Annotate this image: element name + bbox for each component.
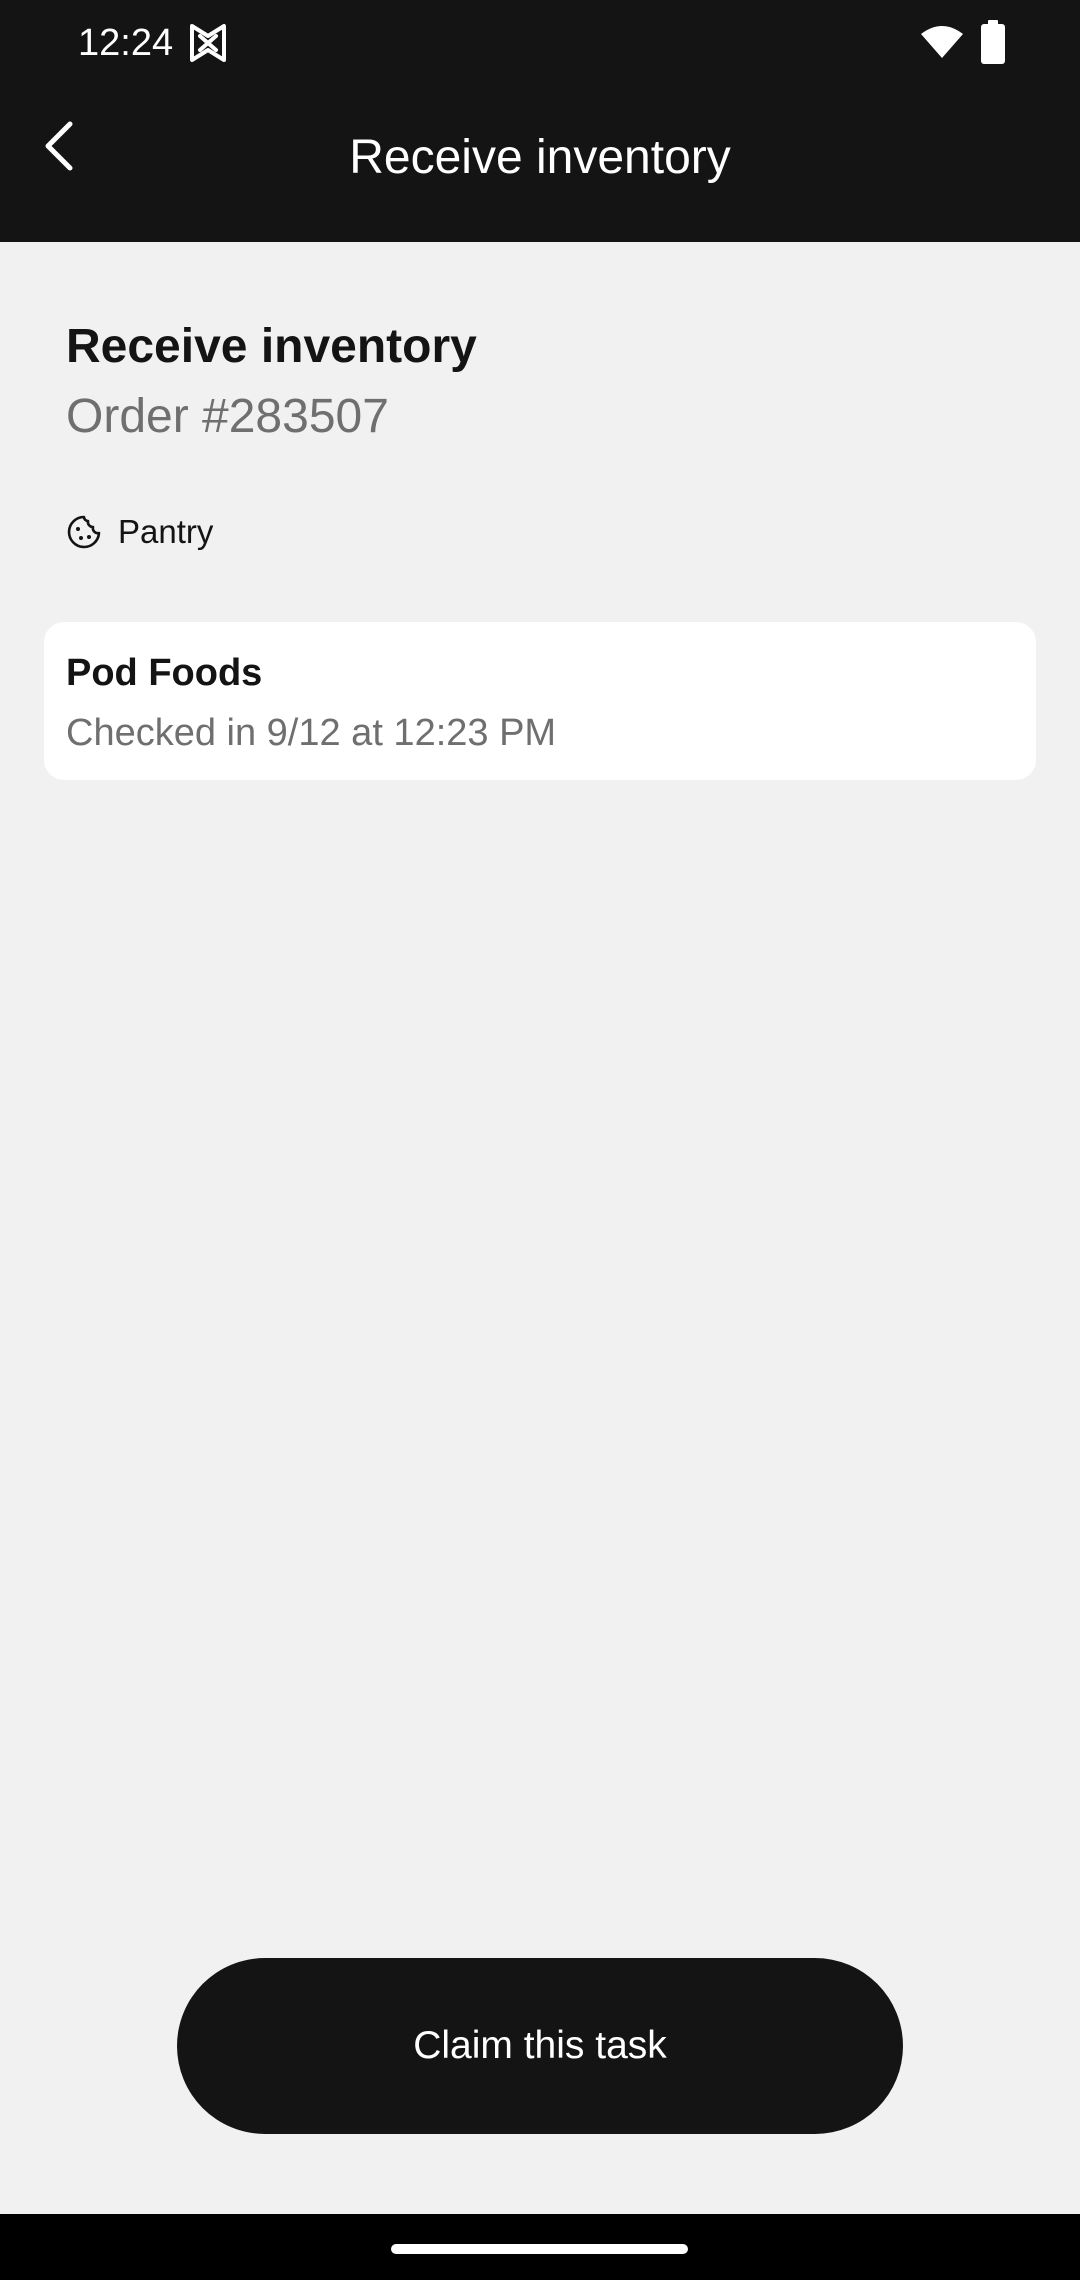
claim-task-button[interactable]: Claim this task (177, 1958, 903, 2134)
wifi-icon (921, 26, 963, 58)
vendor-card[interactable]: Pod Foods Checked in 9/12 at 12:23 PM (44, 622, 1036, 780)
status-time: 12:24 (78, 22, 174, 64)
app-logo-icon (190, 24, 226, 62)
vendor-checkin-time: Checked in 9/12 at 12:23 PM (66, 712, 557, 754)
page-title: Receive inventory (66, 320, 477, 373)
vendor-name: Pod Foods (66, 652, 263, 694)
system-nav-bar (0, 2214, 1080, 2280)
category-row: Pantry (66, 512, 213, 552)
status-bar: 12:24 (0, 0, 1080, 86)
receive-inventory-screen: 12:24 Receive inventory Receive inventor… (0, 0, 1080, 2280)
battery-icon (981, 20, 1005, 64)
chevron-left-icon (45, 121, 73, 171)
app-bar: Receive inventory (0, 86, 1080, 242)
cookie-icon (67, 515, 101, 549)
back-button[interactable] (28, 114, 92, 178)
order-number: Order #283507 (66, 390, 389, 443)
home-indicator[interactable] (391, 2244, 688, 2254)
category-label: Pantry (118, 513, 214, 550)
app-bar-title: Receive inventory (349, 131, 731, 184)
